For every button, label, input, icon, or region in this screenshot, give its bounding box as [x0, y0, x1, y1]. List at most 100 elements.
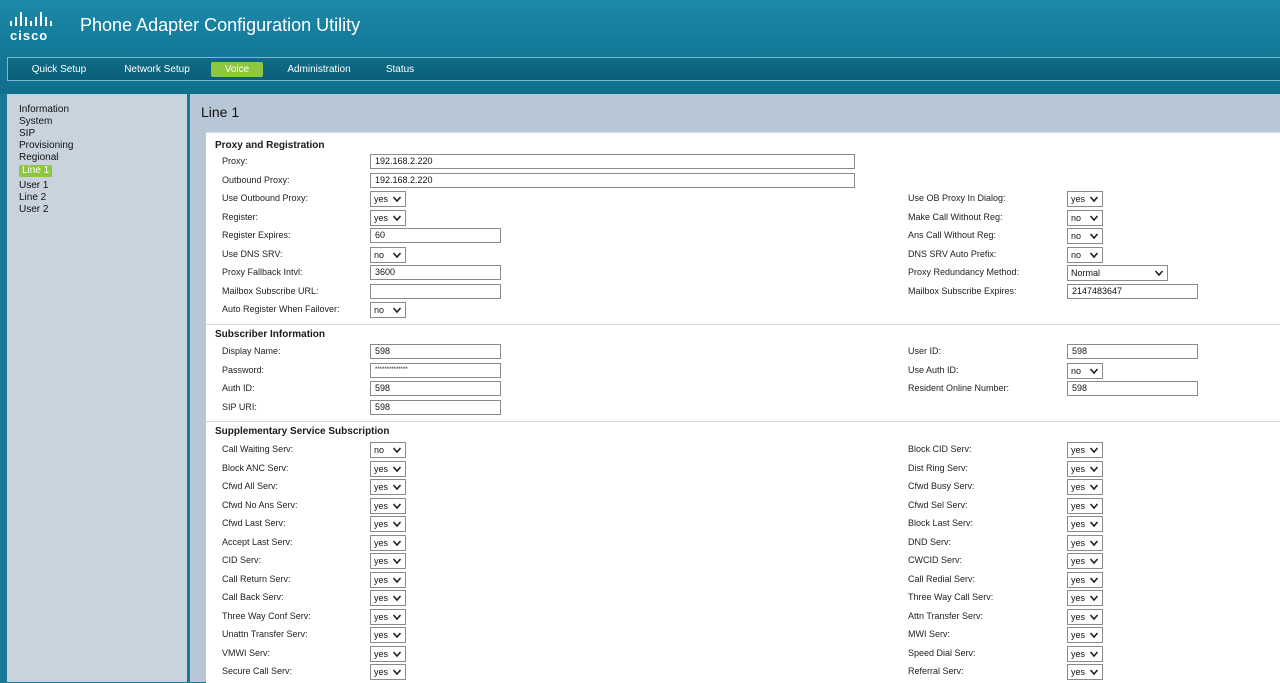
use-dns-srv-select[interactable]: no: [370, 246, 406, 263]
sidebar-item-system[interactable]: System: [19, 116, 52, 128]
use-outbound-proxy-select[interactable]: yes: [370, 191, 406, 207]
block-cid-serv-select[interactable]: yes: [1067, 442, 1103, 458]
chevron-down-icon: [1089, 196, 1099, 203]
proxy-input[interactable]: 192.168.2.220: [370, 154, 855, 169]
block-last-serv-select[interactable]: yes: [1067, 516, 1103, 532]
sidebar-item-information[interactable]: Information: [19, 104, 69, 116]
call-waiting-serv-label: Call Waiting Serv:: [222, 444, 294, 454]
cisco-bars-icon: [10, 12, 62, 26]
mailbox-subscribe-url-label: Mailbox Subscribe URL:: [222, 285, 319, 296]
chevron-down-icon: [392, 632, 402, 639]
dns-srv-auto-prefix-select-value: no: [1071, 249, 1082, 260]
sidebar-item-user-1[interactable]: User 1: [19, 180, 48, 192]
attn-transfer-serv-select-value: yes: [1071, 611, 1086, 622]
outbound-proxy-label: Outbound Proxy:: [222, 174, 290, 185]
cwcid-serv-select[interactable]: yes: [1067, 553, 1103, 569]
chevron-down-icon: [392, 669, 402, 676]
display-name-input[interactable]: 598: [370, 344, 501, 359]
auto-register-when-failover-select-value: no: [374, 305, 385, 315]
use-auth-id-label: Use Auth ID:: [908, 364, 959, 375]
vmwi-serv-select[interactable]: yes: [370, 645, 406, 662]
sidebar-item-regional[interactable]: Regional: [19, 152, 58, 164]
cid-serv-select[interactable]: yes: [370, 553, 406, 569]
sidebar-item-user-2[interactable]: User 2: [19, 204, 48, 216]
section-title-proxy-and-registration: Proxy and Registration: [215, 140, 325, 151]
use-auth-id-select[interactable]: no: [1067, 362, 1103, 379]
block-anc-serv-select-value: yes: [374, 463, 389, 474]
register-expires-input[interactable]: 60: [370, 228, 501, 243]
nav-status[interactable]: Status: [382, 62, 418, 77]
nav-network-setup[interactable]: Network Setup: [118, 62, 196, 77]
use-dns-srv-select-value: no: [374, 249, 385, 260]
referral-serv-label: Referral Serv:: [908, 666, 964, 676]
unattn-transfer-serv-label: Unattn Transfer Serv:: [222, 629, 308, 639]
nav-administration[interactable]: Administration: [283, 62, 355, 77]
cfwd-no-ans-serv-select[interactable]: yes: [370, 497, 406, 514]
section-title-subscriber-information: Subscriber Information: [215, 329, 326, 340]
section-divider: [206, 324, 1280, 325]
chevron-down-icon: [1089, 233, 1099, 240]
user-id-input[interactable]: 598: [1067, 344, 1198, 359]
dnd-serv-select[interactable]: yes: [1067, 534, 1103, 551]
chevron-down-icon: [392, 650, 402, 657]
register-select[interactable]: yes: [370, 209, 406, 226]
cfwd-busy-serv-label: Cfwd Busy Serv:: [908, 481, 975, 491]
speed-dial-serv-select[interactable]: yes: [1067, 645, 1103, 662]
call-return-serv-label: Call Return Serv:: [222, 573, 291, 584]
three-way-call-serv-select[interactable]: yes: [1067, 590, 1103, 606]
sip-uri-label: SIP URI:: [222, 401, 257, 412]
block-anc-serv-select[interactable]: yes: [370, 460, 406, 477]
call-return-serv-select[interactable]: yes: [370, 571, 406, 588]
dist-ring-serv-select[interactable]: yes: [1067, 460, 1103, 477]
section-divider: [206, 421, 1280, 422]
secure-call-serv-select[interactable]: yes: [370, 664, 406, 680]
sidebar-item-line-1[interactable]: Line 1: [19, 165, 53, 177]
block-last-serv-label: Block Last Serv:: [908, 518, 974, 528]
vmwi-serv-select-value: yes: [374, 648, 389, 659]
cfwd-sel-serv-select[interactable]: yes: [1067, 497, 1103, 514]
ans-call-without-reg-select[interactable]: no: [1067, 228, 1103, 244]
proxy-fallback-intvl-input[interactable]: 3600: [370, 265, 501, 280]
display-name-label: Display Name:: [222, 346, 281, 356]
cfwd-all-serv-select[interactable]: yes: [370, 479, 406, 495]
chevron-down-icon: [392, 558, 402, 565]
dns-srv-auto-prefix-select[interactable]: no: [1067, 246, 1103, 263]
ans-call-without-reg-label: Ans Call Without Reg:: [908, 230, 997, 240]
mailbox-subscribe-expires-input[interactable]: 2147483647: [1067, 283, 1198, 299]
referral-serv-select[interactable]: yes: [1067, 664, 1103, 680]
cfwd-last-serv-select[interactable]: yes: [370, 516, 406, 532]
secure-call-serv-select-value: yes: [374, 667, 389, 677]
sidebar-item-provisioning[interactable]: Provisioning: [19, 140, 73, 152]
chevron-down-icon: [392, 447, 402, 454]
chevron-down-icon: [1089, 558, 1099, 565]
sidebar-item-line-2[interactable]: Line 2: [19, 192, 46, 204]
chevron-down-icon: [1089, 669, 1099, 676]
cfwd-busy-serv-select[interactable]: yes: [1067, 479, 1103, 495]
call-waiting-serv-select[interactable]: no: [370, 442, 406, 458]
sidebar-item-sip[interactable]: SIP: [19, 128, 35, 140]
proxy-redundancy-method-select[interactable]: Normal: [1067, 265, 1168, 281]
attn-transfer-serv-select[interactable]: yes: [1067, 608, 1103, 625]
outbound-proxy-input[interactable]: 192.168.2.220: [370, 172, 855, 188]
unattn-transfer-serv-select[interactable]: yes: [370, 627, 406, 643]
call-back-serv-select[interactable]: yes: [370, 590, 406, 606]
call-redial-serv-select-value: yes: [1071, 574, 1086, 585]
mailbox-subscribe-url-input[interactable]: [370, 283, 501, 299]
chevron-down-icon: [1089, 484, 1099, 491]
password-password-field[interactable]: **************: [370, 362, 501, 378]
make-call-without-reg-select[interactable]: no: [1067, 209, 1103, 226]
mwi-serv-select-value: yes: [1071, 630, 1086, 640]
auto-register-when-failover-select[interactable]: no: [370, 302, 406, 318]
cfwd-no-ans-serv-select-value: yes: [374, 500, 389, 511]
mwi-serv-select[interactable]: yes: [1067, 627, 1103, 643]
nav-voice[interactable]: Voice: [211, 62, 263, 77]
sip-uri-input[interactable]: 598: [370, 399, 501, 415]
accept-last-serv-select[interactable]: yes: [370, 534, 406, 551]
nav-quick-setup[interactable]: Quick Setup: [24, 62, 94, 77]
call-redial-serv-select[interactable]: yes: [1067, 571, 1103, 588]
resident-online-number-input[interactable]: 598: [1067, 381, 1198, 396]
auth-id-input[interactable]: 598: [370, 381, 501, 396]
use-ob-proxy-in-dialog-select[interactable]: yes: [1067, 191, 1103, 207]
app-header: cisco Phone Adapter Configuration Utilit…: [0, 0, 1280, 94]
three-way-conf-serv-select[interactable]: yes: [370, 608, 406, 625]
